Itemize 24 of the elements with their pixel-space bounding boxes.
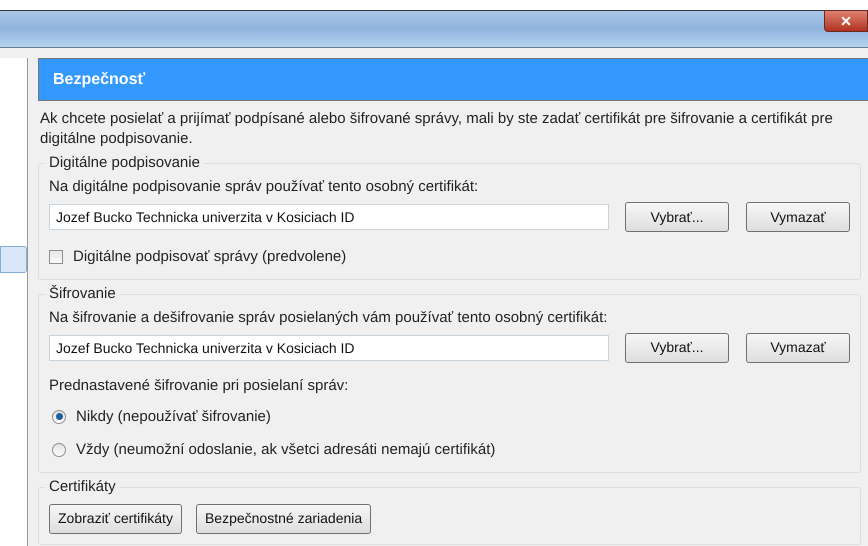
certificate-field[interactable]: Jozef Bucko Technicka univerzita v Kosiciach ID — [49, 204, 609, 230]
radio-label: Nikdy (nepoužívať šifrovanie) — [76, 406, 271, 426]
description-text: Ak chcete posielať a prijímať podpísané alebo šifrované správy, mali by ste zadať certifikát pre šifrovanie a certifikát pre digitálne podpisovanie. — [40, 109, 834, 149]
checkbox[interactable] — [49, 250, 63, 264]
radio-button[interactable] — [52, 443, 66, 458]
section-header: Bezpečnosť — [38, 58, 868, 101]
field-label: Na šifrovanie a dešifrovanie správ posielaných vám používať tento osobný certifikát: — [49, 308, 608, 326]
radio-label: Vždy (neumožní odoslanie, ak všetci adresáti nemajú certifikát) — [76, 440, 496, 460]
checkbox-label: Digitálne podpisovať správy (predvolene) — [73, 247, 346, 267]
security-devices-button[interactable]: Bezpečnostné zariadenia — [196, 504, 372, 534]
select-button[interactable]: Vybrať... — [625, 332, 729, 362]
sign-checkbox-row[interactable]: Digitálne podpisovať správy (predvolene) — [49, 246, 346, 268]
view-certificates-button[interactable]: Zobraziť certifikáty — [49, 504, 182, 534]
field-label: Na digitálne podpisovanie správ používať tento osobný certifikát: — [49, 178, 480, 196]
certificate-field[interactable]: Jozef Bucko Technicka univerzita v Kosiciach ID — [49, 334, 609, 360]
group-legend: Certifikáty — [45, 478, 120, 496]
default-encryption-label: Prednastavené šifrovanie pri posielaní správ: — [49, 376, 350, 394]
clear-button[interactable]: Vymazať — [746, 332, 850, 362]
select-button[interactable]: Vybrať... — [625, 202, 729, 232]
sidebar-item[interactable] — [0, 246, 27, 273]
close-button[interactable]: × — [824, 10, 868, 32]
group-legend: Digitálne podpisovanie — [45, 154, 204, 172]
radio-button[interactable] — [52, 410, 66, 424]
clear-button[interactable]: Vymazať — [746, 202, 850, 232]
